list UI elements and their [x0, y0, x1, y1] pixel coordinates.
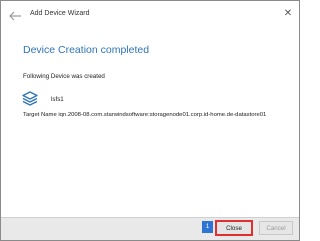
- title-bar: Add Device Wizard ✕: [1, 1, 299, 29]
- stacked-layers-icon: [21, 90, 39, 108]
- page-heading: Device Creation completed: [23, 44, 150, 56]
- close-button[interactable]: Close: [215, 220, 253, 236]
- cancel-button[interactable]: Cancel: [259, 221, 293, 235]
- back-arrow-icon[interactable]: [8, 9, 22, 21]
- wizard-footer: 1 Close Cancel: [1, 217, 299, 240]
- device-name: lsfs1: [51, 96, 64, 103]
- close-icon[interactable]: ✕: [281, 7, 295, 21]
- status-text: Following Device was created: [23, 73, 105, 80]
- wizard-window: Add Device Wizard ✕ Device Creation comp…: [0, 0, 300, 241]
- step-badge: 1: [202, 221, 213, 233]
- window-title: Add Device Wizard: [30, 10, 90, 17]
- target-name: Target Name iqn.2008-08.com.starwindsoft…: [23, 112, 267, 118]
